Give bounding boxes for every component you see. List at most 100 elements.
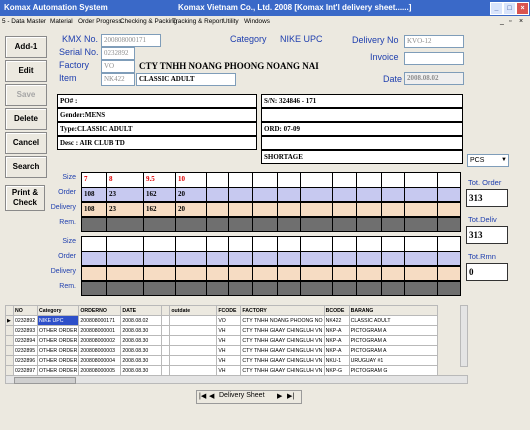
table-row[interactable]: ▶ 0232892 NIKE UPC 200808000171 2008.08.02 VO… [5, 315, 438, 326]
next-record-icon[interactable]: ▶ [277, 392, 282, 400]
table-cell[interactable]: PICTOGRAM A [348, 345, 438, 356]
grid2-size-cell[interactable] [381, 236, 406, 252]
menu-material[interactable]: Material [50, 18, 73, 25]
factory-code-field[interactable]: VO [101, 60, 135, 73]
grid2-order-cell[interactable] [332, 251, 358, 266]
row-selector[interactable]: ▶ [5, 315, 14, 326]
grid2-order-cell[interactable] [81, 251, 108, 266]
invoice-field[interactable] [404, 52, 464, 65]
grid1-delivery-cell[interactable] [332, 202, 358, 217]
table-row[interactable]: 0232896 OTHER ORDER 200808000004 2008.08.30… [5, 355, 438, 366]
grid1-order-cell[interactable]: 108 [81, 187, 108, 202]
table-cell[interactable]: NK422 [323, 315, 350, 326]
col-header-blank[interactable] [161, 305, 171, 316]
grid2-size-cell[interactable] [332, 236, 358, 252]
table-cell[interactable]: 0232894 [13, 335, 38, 346]
table-cell[interactable]: NIKE UPC [36, 315, 80, 326]
table-cell[interactable]: CTY TNHH GIAAY CHINGLUH VN [240, 325, 325, 336]
table-cell[interactable]: URUGUAY #1 [348, 355, 438, 366]
table-cell[interactable] [161, 365, 171, 376]
table-cell[interactable]: NKP-A [323, 345, 350, 356]
grid1-delivery-cell[interactable] [206, 202, 230, 217]
cancel-button[interactable]: Cancel [5, 132, 47, 154]
grid2-order-cell[interactable] [277, 251, 302, 266]
table-horizontal-scrollbar[interactable] [5, 375, 468, 384]
table-cell[interactable] [169, 345, 218, 356]
menu-windows[interactable]: Windows [244, 18, 270, 25]
grid2-delivery-cell[interactable] [206, 266, 230, 281]
scroll-thumb[interactable] [14, 377, 76, 384]
menu-data-master[interactable]: 5 - Data Master [2, 18, 46, 25]
table-cell[interactable]: VO [216, 315, 242, 326]
table-cell[interactable]: 0232893 [13, 325, 38, 336]
edit-button[interactable]: Edit [5, 60, 47, 82]
table-cell[interactable]: 2008.08.30 [120, 355, 163, 366]
table-cell[interactable]: 2008.08.30 [120, 365, 163, 376]
grid2-size-cell[interactable] [404, 236, 439, 252]
grid1-size-cell[interactable] [277, 172, 302, 188]
table-cell[interactable] [161, 325, 171, 336]
grid1-order-cell[interactable]: 23 [106, 187, 145, 202]
menu-order-progress[interactable]: Order Progress [78, 18, 122, 25]
mdi-close-icon[interactable]: × [519, 18, 523, 25]
maximize-icon[interactable]: □ [503, 2, 516, 15]
grid1-size-cell[interactable] [206, 172, 230, 188]
grid1-delivery-cell[interactable] [356, 202, 383, 217]
grid2-size-cell[interactable] [175, 236, 208, 252]
grid1-delivery-cell[interactable]: 23 [106, 202, 145, 217]
grid1-delivery-cell[interactable] [252, 202, 279, 217]
grid2-order-cell[interactable] [143, 251, 177, 266]
menu-checking-packing[interactable]: Checking & Packing [120, 18, 177, 25]
col-header-bcode[interactable]: BCODE [323, 305, 350, 316]
grid1-delivery-cell[interactable] [277, 202, 302, 217]
grid1-size-cell[interactable]: 8 [106, 172, 145, 188]
grid2-size-cell[interactable] [437, 236, 461, 252]
table-cell[interactable]: NKP-A [323, 325, 350, 336]
table-cell[interactable]: VH [216, 355, 242, 366]
grid1-size-cell[interactable] [300, 172, 334, 188]
table-cell[interactable]: NKP-G [323, 365, 350, 376]
table-cell[interactable]: OTHER ORDER [36, 365, 80, 376]
grid2-order-cell[interactable] [437, 251, 461, 266]
table-cell[interactable]: OTHER ORDER [36, 335, 80, 346]
col-header-factory[interactable]: FACTORY [240, 305, 325, 316]
grid2-delivery-cell[interactable] [228, 266, 254, 281]
grid2-order-cell[interactable] [356, 251, 383, 266]
table-cell[interactable]: OTHER ORDER [36, 325, 80, 336]
grid1-size-cell[interactable] [252, 172, 279, 188]
table-cell[interactable]: NKP-A [323, 335, 350, 346]
grid1-order-cell[interactable] [332, 187, 358, 202]
table-cell[interactable] [169, 365, 218, 376]
table-row[interactable]: 0232894 OTHER ORDER 200808000002 2008.08.30… [5, 335, 438, 346]
grid2-delivery-cell[interactable] [81, 266, 108, 281]
delivery-no-field[interactable]: KVO-12 [404, 35, 464, 48]
col-header-category[interactable]: Category [36, 305, 80, 316]
grid1-size-cell[interactable] [356, 172, 383, 188]
grid2-size-cell[interactable] [206, 236, 230, 252]
table-cell[interactable] [161, 315, 171, 326]
save-button[interactable]: Save [5, 84, 47, 106]
row-selector[interactable] [5, 365, 14, 376]
table-cell[interactable]: CTY TNHH GIAAY CHINGLUH VN [240, 345, 325, 356]
col-header-outdate[interactable]: outdate [169, 305, 218, 316]
table-cell[interactable]: VH [216, 345, 242, 356]
table-cell[interactable]: CTY TNHH GIAAY CHINGLUH VN [240, 335, 325, 346]
grid2-order-cell[interactable] [175, 251, 208, 266]
table-cell[interactable]: 200808000001 [78, 325, 122, 336]
item-name-field[interactable]: CLASSIC ADULT [136, 73, 236, 86]
table-cell[interactable]: VH [216, 325, 242, 336]
table-cell[interactable]: 0232895 [13, 345, 38, 356]
col-header-no[interactable]: NO [13, 305, 38, 316]
table-cell[interactable] [161, 335, 171, 346]
grid2-delivery-cell[interactable] [437, 266, 461, 281]
minimize-icon[interactable]: _ [490, 2, 503, 15]
table-cell[interactable]: NKU-1 [323, 355, 350, 366]
grid1-size-cell[interactable] [404, 172, 439, 188]
table-cell[interactable]: 2008.08.30 [120, 325, 163, 336]
row-selector[interactable] [5, 335, 14, 346]
table-cell[interactable]: 2008.08.02 [120, 315, 163, 326]
table-cell[interactable]: 200808000005 [78, 365, 122, 376]
table-cell[interactable] [161, 345, 171, 356]
grid2-size-cell[interactable] [143, 236, 177, 252]
grid1-size-cell[interactable] [332, 172, 358, 188]
